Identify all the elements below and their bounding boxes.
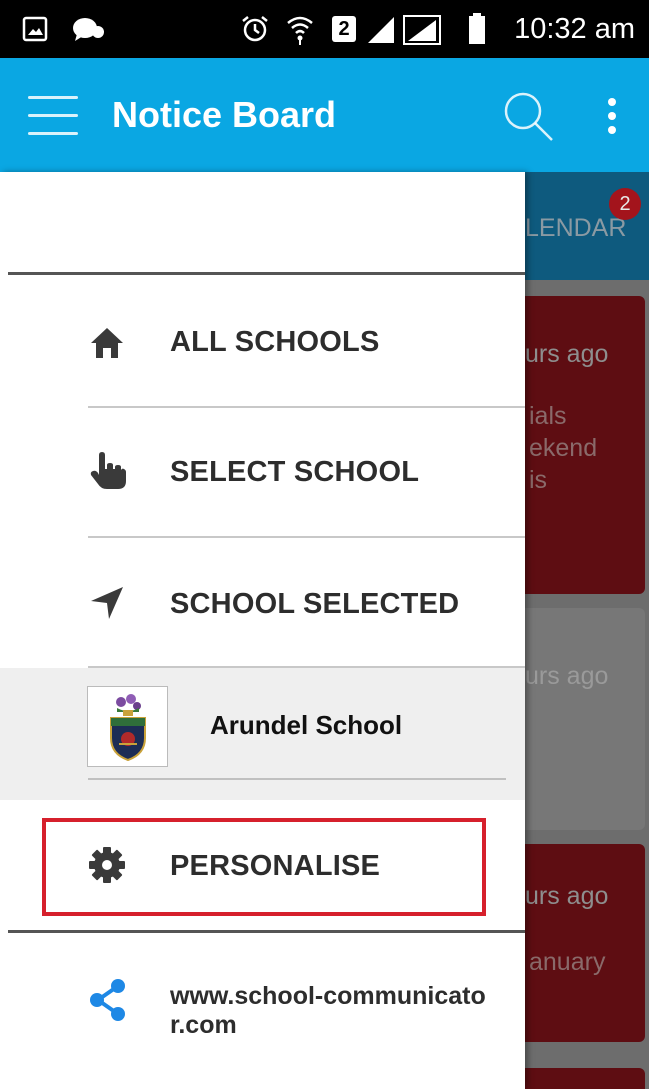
wifi-icon (285, 0, 315, 58)
battery-icon (468, 0, 486, 58)
tab-calendar-label: LENDAR (525, 214, 627, 242)
nav-item-select-school[interactable]: SELECT SCHOOL (0, 408, 525, 538)
notice-card: urs ago ials ekend is (525, 296, 645, 594)
more-vert-icon[interactable] (600, 96, 624, 136)
signal-icon (366, 0, 442, 58)
nav-item-school-selected[interactable]: SCHOOL SELECTED (0, 538, 525, 668)
highlight-box (42, 818, 486, 916)
notice-text: ekend (529, 434, 598, 462)
drawer-divider (8, 930, 525, 933)
nav-item-all-schools[interactable]: ALL SCHOOLS (0, 278, 525, 408)
notice-card: urs ago (525, 608, 645, 830)
school-divider (88, 778, 506, 780)
tab-calendar: LENDAR 2 (525, 172, 649, 280)
notice-text: anuary (529, 948, 606, 976)
page-title: Notice Board (112, 94, 337, 135)
nav-item-label: ALL SCHOOLS (170, 326, 380, 358)
chat-icon (72, 0, 106, 58)
status-time: 10:32 am (514, 12, 635, 45)
nav-item-label: SCHOOL SELECTED (170, 588, 460, 620)
sim-icon: 2 (332, 0, 356, 58)
app-bar: Notice Board (0, 58, 649, 172)
sim-label: 2 (332, 16, 356, 42)
hamburger-menu-icon[interactable] (28, 94, 78, 136)
nav-item-label: SELECT SCHOOL (170, 456, 420, 488)
notice-time: urs ago (525, 882, 609, 910)
notice-card: urs ago anuary (525, 844, 645, 1042)
notice-text: ials (529, 402, 567, 430)
home-icon (82, 318, 132, 368)
notice-card (525, 1068, 645, 1089)
navigation-drawer: ALL SCHOOLS SELECT SCHOOL SCHOOL SELECTE… (0, 172, 525, 1089)
notice-text: is (529, 466, 548, 494)
selected-school-row[interactable]: Arundel School (0, 668, 525, 800)
gallery-icon (22, 0, 48, 58)
navigation-arrow-icon (82, 578, 132, 628)
notice-time: urs ago (525, 340, 609, 368)
pointer-hand-icon (82, 446, 132, 496)
search-icon[interactable] (500, 88, 556, 144)
share-icon (86, 978, 130, 1022)
drawer-divider (8, 272, 525, 275)
school-name: Arundel School (210, 710, 403, 740)
website-url: www.school-communicator.com (170, 982, 486, 1039)
website-link[interactable]: www.school-communicator.com (0, 942, 525, 1089)
school-crest-icon (87, 686, 168, 767)
notice-list-background: LENDAR 2 urs ago ials ekend is urs ago u… (525, 172, 649, 1089)
notice-time: urs ago (525, 662, 609, 690)
alarm-icon (240, 0, 270, 58)
notification-badge: 2 (609, 188, 641, 220)
status-bar: 2 10:32 am (0, 0, 649, 58)
